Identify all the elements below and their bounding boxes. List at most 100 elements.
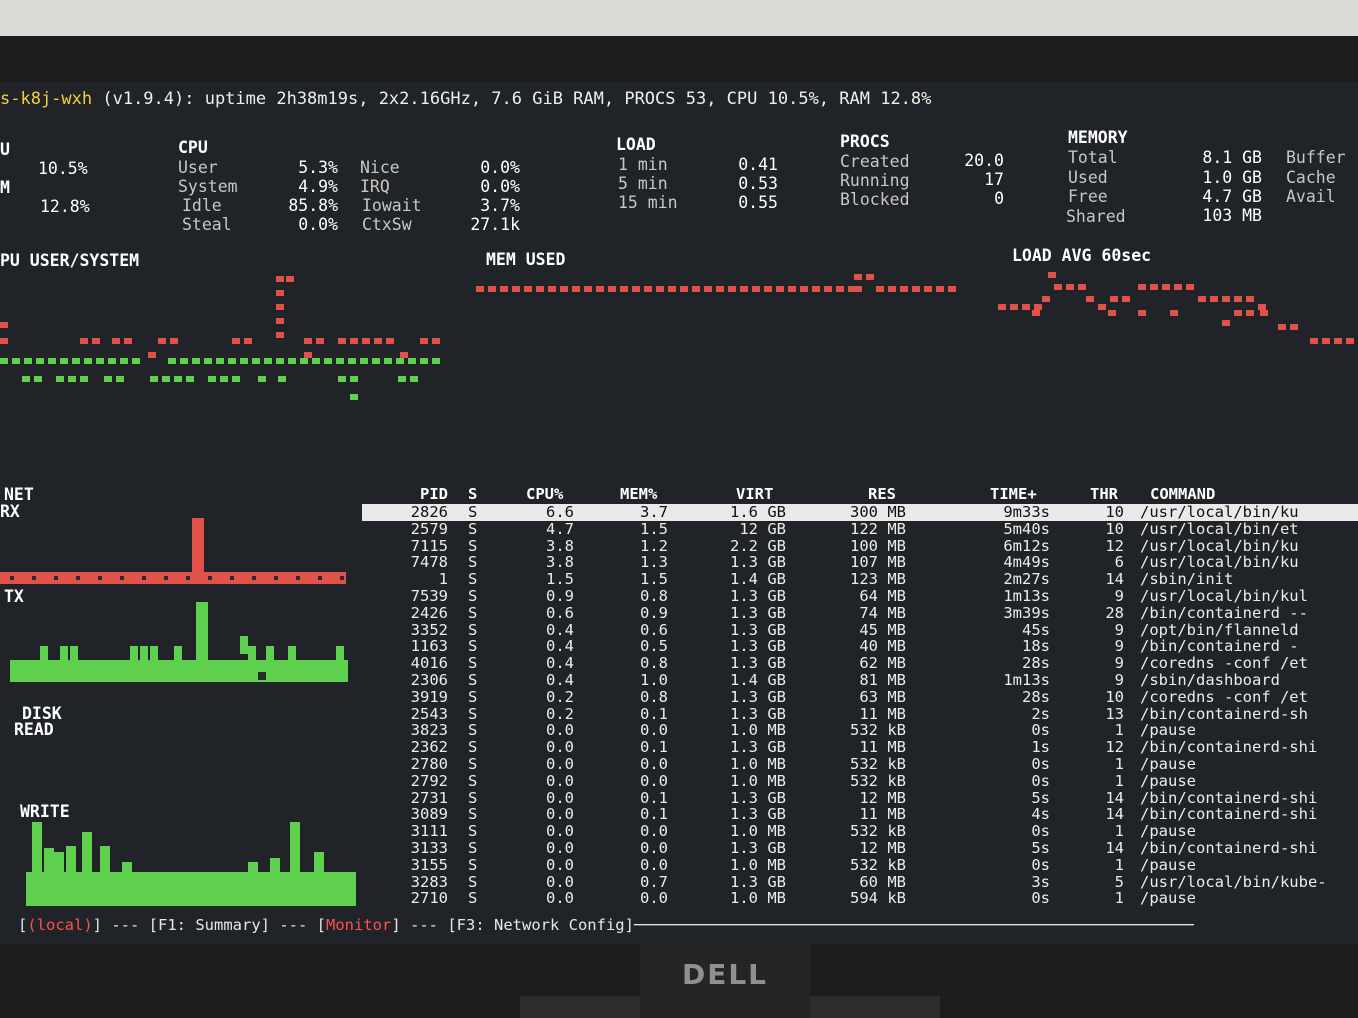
cell-virt: 1.0 MB (730, 771, 786, 790)
table-row[interactable]: 3111 S 0.0 0.0 1.0 MB 532 kB 0s 1/pause (362, 823, 1358, 840)
cell-pid: 3283 (410, 872, 448, 891)
cell-cpu: 0.4 (546, 637, 574, 656)
cell-command: /pause (1140, 721, 1196, 740)
table-row[interactable]: 2792 S 0.0 0.0 1.0 MB 532 kB 0s 1/pause (362, 771, 1358, 790)
cpu-graph-cell (174, 376, 182, 382)
cell-time: 9m33s (1003, 503, 1050, 521)
tab-local[interactable]: (local) (27, 916, 92, 934)
cell-virt: 1.3 GB (730, 788, 786, 807)
cell-command: /usr/local/bin/ku (1140, 536, 1299, 555)
cell-mem: 0.0 (640, 822, 668, 841)
table-row[interactable]: 2426 S 0.6 0.9 1.3 GB 74 MB 3m39s 28/bin/contai… (362, 603, 1358, 622)
table-row[interactable]: 3089 S 0.0 0.1 1.3 GB 11 MB 4s 14/bin/container… (362, 806, 1358, 823)
col-mem[interactable]: MEM% (620, 486, 657, 503)
col-virt[interactable]: VIRT (736, 486, 773, 503)
table-row[interactable]: 7478 S 3.8 1.3 1.3 GB 107 MB 4m49s 6/usr/local/… (362, 554, 1358, 571)
table-row[interactable]: 3133 S 0.0 0.0 1.3 GB 12 MB 5s 14/bin/container… (362, 840, 1358, 857)
mem-graph-title: MEM USED (486, 250, 566, 269)
col-thr[interactable]: THR (1090, 486, 1118, 503)
rx-graph-bar (32, 576, 36, 580)
table-row[interactable]: 1163 S 0.4 0.5 1.3 GB 40 MB 18s 9/bin/container… (362, 638, 1358, 655)
table-row[interactable]: 7115 S 3.8 1.2 2.2 GB 100 MB 6m12s 12/usr/local… (362, 536, 1358, 555)
cell-time: 5s (1031, 788, 1050, 807)
col-time[interactable]: TIME+ (990, 486, 1037, 503)
cpu-graph-cell (72, 358, 80, 364)
cell-state: S (468, 855, 478, 874)
cell-pid: 4016 (410, 654, 448, 673)
cell-res: 63 MB (859, 687, 906, 706)
tab-monitor[interactable]: Monitor (326, 916, 391, 934)
table-row[interactable]: 3919 S 0.2 0.8 1.3 GB 63 MB 28s 10/coredns -con… (362, 687, 1358, 706)
cell-pid: 7115 (410, 536, 448, 555)
cell-mem: 1.5 (640, 570, 668, 589)
cpu-graph-cell (158, 338, 166, 344)
table-row[interactable]: 3823 S 0.0 0.0 1.0 MB 532 kB 0s 1/pause (362, 722, 1358, 739)
cell-thr: 1 (1114, 855, 1124, 874)
table-row[interactable]: 2306 S 0.4 1.0 1.4 GB 81 MB 1m13s 9/sbin/dashbo… (362, 672, 1358, 689)
cell-virt: 1.3 GB (730, 637, 786, 656)
table-row[interactable]: 2780 S 0.0 0.0 1.0 MB 532 kB 0s 1/pause (362, 756, 1358, 773)
cell-thr: 14 (1105, 805, 1124, 824)
quick-cpu-label: U (0, 140, 10, 159)
cell-command: /bin/containerd-shi (1140, 738, 1318, 757)
col-pid[interactable]: PID (408, 486, 448, 503)
mem-graph-cell (572, 286, 580, 292)
tx-graph-bar (130, 646, 138, 664)
procs-value: 0 (994, 189, 1004, 208)
cell-virt: 1.3 GB (730, 805, 786, 824)
load-graph-cell (1170, 310, 1178, 316)
cpu-graph-cell (120, 358, 128, 364)
cell-pid: 7539 (410, 587, 448, 605)
load-avg-graph (990, 270, 1358, 380)
cell-virt: 1.0 MB (730, 855, 786, 874)
cpu-graph-cell (276, 332, 284, 338)
tab-summary[interactable]: [F1: Summary] (149, 916, 270, 934)
cell-res: 532 kB (850, 822, 906, 841)
cell-cpu: 0.6 (546, 603, 574, 622)
cpu-graph-cell (60, 358, 68, 364)
cell-command: /bin/containerd-shi (1140, 788, 1318, 807)
table-row[interactable]: 3155 S 0.0 0.0 1.0 MB 532 kB 0s 1/pause (362, 855, 1358, 874)
table-row[interactable]: 2543 S 0.2 0.1 1.3 GB 11 MB 2s 13/bin/container… (362, 705, 1358, 723)
cpu-graph-cell (350, 338, 358, 344)
cpu-stat-label: System (178, 177, 238, 196)
cell-command: /sbin/init (1140, 570, 1234, 589)
cell-time: 28s (1022, 654, 1050, 673)
mem-graph-cell (716, 286, 724, 292)
terminal-screen: s-k8j-wxh (v1.9.4): uptime 2h38m19s, 2x2… (0, 82, 1358, 944)
memory-label: Shared (1066, 207, 1126, 226)
quick-mem-label: M (0, 178, 10, 197)
cpu-graph-cell (300, 358, 308, 364)
col-cpu[interactable]: CPU% (526, 486, 563, 503)
table-row[interactable]: 3283 S 0.0 0.7 1.3 GB 60 MB 3s 5/usr/local/bin/… (362, 872, 1358, 891)
table-row[interactable]: 2579 S 4.7 1.5 12 GB 122 MB 5m40s 10/usr/local/… (362, 520, 1358, 538)
table-row[interactable]: 2826 S 6.6 3.7 1.6 GB 300 MB 9m33s 10/usr/local… (362, 504, 1358, 521)
memory-extra: Cache (1286, 168, 1336, 187)
table-row[interactable]: 2731 S 0.0 0.1 1.3 GB 12 MB 5s 14/bin/container… (362, 788, 1358, 807)
cell-res: 300 MB (850, 503, 906, 521)
col-state[interactable]: S (468, 486, 477, 503)
rx-graph-bar (0, 572, 346, 584)
load-graph-cell (1310, 338, 1318, 344)
cell-thr: 9 (1114, 671, 1124, 689)
table-row[interactable]: 7539 S 0.9 0.8 1.3 GB 64 MB 1m13s 9/usr/local/b… (362, 588, 1358, 605)
mem-graph-cell (548, 286, 556, 292)
load-graph-cell (1278, 324, 1286, 330)
cell-virt: 1.3 GB (730, 620, 786, 639)
cell-thr: 9 (1114, 587, 1124, 605)
tab-network-config[interactable]: [F3: Network Config] (447, 916, 634, 934)
tx-graph-bar (40, 646, 48, 664)
cell-time: 1m13s (1003, 587, 1050, 605)
col-res[interactable]: RES (868, 486, 896, 503)
col-command[interactable]: COMMAND (1150, 486, 1215, 503)
table-row[interactable]: 3352 S 0.4 0.6 1.3 GB 45 MB 45s 9/opt/bin/flann… (362, 620, 1358, 639)
cpu-graph-cell (432, 358, 440, 364)
load-value: 0.53 (738, 174, 778, 193)
table-row[interactable]: 2362 S 0.0 0.1 1.3 GB 11 MB 1s 12/bin/container… (362, 739, 1358, 756)
mem-graph-cell (752, 286, 760, 292)
cell-state: S (468, 889, 478, 908)
table-row[interactable]: 1 S 1.5 1.5 1.4 GB 123 MB 2m27s 14/sbin/init (362, 571, 1358, 588)
table-row[interactable]: 2710 S 0.0 0.0 1.0 MB 594 kB 0s 1/pause (362, 890, 1358, 907)
table-row[interactable]: 4016 S 0.4 0.8 1.3 GB 62 MB 28s 9/coredns -conf… (362, 655, 1358, 672)
cell-res: 100 MB (850, 536, 906, 555)
